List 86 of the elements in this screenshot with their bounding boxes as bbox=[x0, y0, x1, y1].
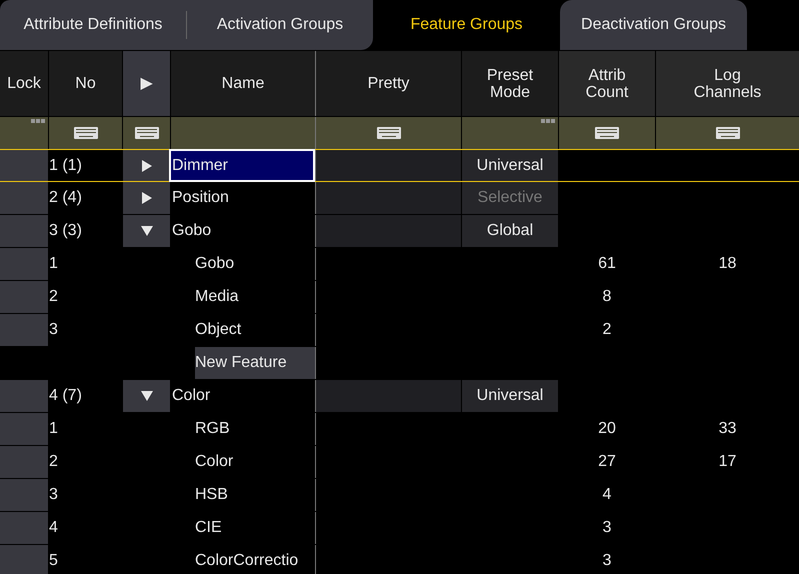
table-cell[interactable] bbox=[0, 380, 48, 412]
table-cell[interactable] bbox=[123, 182, 170, 214]
table-cell[interactable] bbox=[0, 512, 48, 544]
filter-cell[interactable] bbox=[123, 117, 170, 149]
table-cell[interactable]: Media bbox=[171, 281, 315, 313]
table-cell-text: 3 bbox=[602, 551, 612, 571]
table-cell[interactable] bbox=[123, 380, 170, 412]
expand-icon[interactable] bbox=[142, 160, 152, 172]
column-header[interactable]: No bbox=[49, 51, 122, 116]
column-header[interactable]: Attrib Count bbox=[559, 51, 655, 116]
keyboard-icon[interactable] bbox=[716, 127, 740, 139]
table-cell-text: 1 bbox=[49, 419, 59, 439]
table-cell[interactable]: RGB bbox=[171, 413, 315, 445]
table-cell[interactable]: CIE bbox=[171, 512, 315, 544]
keyboard-icon[interactable] bbox=[74, 127, 98, 139]
keyboard-icon[interactable] bbox=[595, 127, 619, 139]
column-header[interactable]: Pretty bbox=[315, 51, 461, 116]
table-cell[interactable] bbox=[0, 215, 48, 247]
filter-cell[interactable] bbox=[462, 117, 558, 149]
table-cell-text: 17 bbox=[718, 452, 738, 472]
table-cell[interactable]: Dimmer bbox=[169, 149, 315, 182]
table-cell[interactable] bbox=[0, 314, 48, 346]
column-header[interactable]: ▶ bbox=[123, 51, 170, 116]
filter-cell[interactable] bbox=[49, 117, 122, 149]
table-cell-text: 4 bbox=[49, 518, 59, 538]
table-cell[interactable]: Universal bbox=[462, 380, 558, 412]
table-cell[interactable] bbox=[123, 215, 170, 247]
filter-cell[interactable] bbox=[0, 117, 48, 149]
table-cell[interactable]: Position bbox=[171, 182, 315, 214]
more-icon[interactable] bbox=[31, 119, 45, 123]
table-cell-text: 2 bbox=[602, 320, 612, 340]
table-cell-text: 2 bbox=[49, 452, 59, 472]
table-cell-text: 2 (4) bbox=[49, 188, 83, 208]
table-cell[interactable]: Color bbox=[171, 446, 315, 478]
collapse-icon[interactable] bbox=[140, 226, 152, 236]
table-cell-text: 2 bbox=[49, 287, 59, 307]
selected-row[interactable]: 1 (1) Dimmer Universal bbox=[0, 149, 799, 182]
table-cell[interactable] bbox=[0, 545, 48, 574]
expand-icon[interactable] bbox=[142, 192, 152, 204]
tab[interactable]: Attribute Definitions bbox=[0, 0, 186, 50]
table-cell[interactable]: Color bbox=[171, 380, 315, 412]
table-cell[interactable]: Global bbox=[462, 215, 558, 247]
table-cell-text: 3 (3) bbox=[49, 221, 83, 241]
table-cell-text: 18 bbox=[718, 254, 738, 274]
table-cell[interactable]: Universal bbox=[462, 150, 558, 181]
table-cell[interactable] bbox=[0, 413, 48, 445]
new-feature-cell[interactable]: New Feature bbox=[195, 347, 315, 379]
table-cell-text: 33 bbox=[718, 419, 738, 439]
filter-cell[interactable] bbox=[656, 117, 799, 149]
more-icon[interactable] bbox=[541, 119, 555, 123]
table-cell-text: 20 bbox=[597, 419, 617, 439]
filter-cell[interactable] bbox=[171, 117, 315, 149]
table-cell[interactable] bbox=[123, 150, 170, 181]
table-cell-text: 3 bbox=[49, 320, 59, 340]
table-cell[interactable] bbox=[0, 248, 48, 280]
keyboard-icon[interactable] bbox=[376, 127, 400, 139]
collapse-icon[interactable] bbox=[140, 391, 152, 401]
column-header[interactable]: Lock bbox=[0, 51, 48, 116]
table-cell-text: 61 bbox=[597, 254, 617, 274]
table-cell-text: 4 (7) bbox=[49, 386, 83, 406]
table-cell-text: 5 bbox=[49, 551, 59, 571]
table-cell[interactable]: ColorCorrectio bbox=[171, 545, 315, 574]
table-cell-text: 4 bbox=[602, 485, 612, 505]
tab[interactable]: Deactivation Groups bbox=[560, 0, 747, 50]
table-cell[interactable]: Gobo bbox=[171, 248, 315, 280]
table-cell[interactable] bbox=[0, 182, 48, 214]
column-header[interactable]: Preset Mode bbox=[462, 51, 558, 116]
table-cell[interactable] bbox=[0, 446, 48, 478]
column-header[interactable]: Name bbox=[171, 51, 315, 116]
table-cell-text: 1 bbox=[49, 254, 59, 274]
table-cell[interactable] bbox=[0, 150, 48, 181]
table-cell[interactable] bbox=[0, 479, 48, 511]
keyboard-icon[interactable] bbox=[134, 127, 158, 139]
table-cell-text: 8 bbox=[602, 287, 612, 307]
filter-cell[interactable] bbox=[315, 117, 461, 149]
table-cell[interactable]: HSB bbox=[171, 479, 315, 511]
table-cell-text: 3 bbox=[602, 518, 612, 538]
table-cell[interactable]: Object bbox=[171, 314, 315, 346]
table-cell[interactable] bbox=[0, 281, 48, 313]
table-cell-text: 3 bbox=[49, 485, 59, 505]
table-cell-text: 27 bbox=[597, 452, 617, 472]
table-cell-text: 1 (1) bbox=[49, 156, 83, 176]
tab[interactable]: Activation Groups bbox=[187, 0, 373, 50]
table-cell[interactable]: Gobo bbox=[171, 215, 315, 247]
filter-cell[interactable] bbox=[559, 117, 655, 149]
column-header[interactable]: Log Channels bbox=[656, 51, 799, 116]
